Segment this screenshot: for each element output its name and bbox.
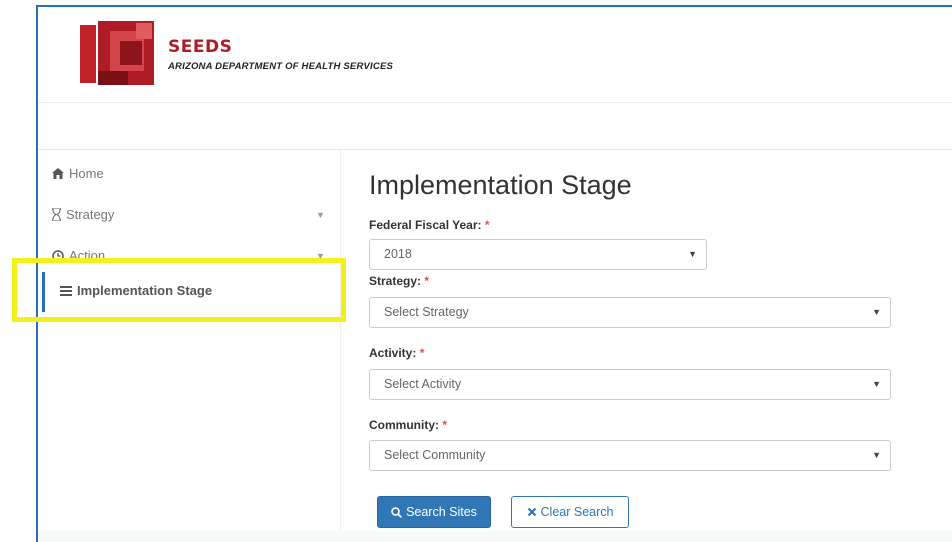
activity-placeholder: Select Activity [384,377,462,391]
chevron-down-icon: ▼ [688,249,697,259]
bottom-strip [38,531,952,542]
hourglass-icon [52,208,61,221]
strategy-placeholder: Select Strategy [384,305,469,319]
page-title: Implementation Stage [369,170,632,200]
brand-name: SEEDS [168,37,233,57]
required-marker: * [442,418,448,432]
activity-label: Activity: * [369,346,425,360]
close-icon [527,507,536,517]
chevron-down-icon: ▼ [872,379,881,389]
required-marker: * [484,218,490,232]
home-icon [52,168,64,179]
strategy-label: Strategy: * [369,274,430,288]
sub-header-bar [38,103,952,149]
search-sites-button[interactable]: Search Sites [377,496,491,528]
sidebar-item-home[interactable]: Home [52,166,104,181]
chevron-down-icon: ▼ [872,307,881,317]
community-label: Community: * [369,418,448,432]
fiscal-year-label: Federal Fiscal Year: * [369,218,490,232]
search-sites-label: Search Sites [406,505,477,519]
brand-subtitle: ARIZONA DEPARTMENT OF HEALTH SERVICES [168,61,394,72]
strategy-select[interactable]: Select Strategy ▼ [369,297,891,328]
header: SEEDS ARIZONA DEPARTMENT OF HEALTH SERVI… [38,7,952,102]
sidebar-item-strategy[interactable]: Strategy ▼ [52,207,332,222]
main-content: Implementation Stage Federal Fiscal Year… [340,150,952,542]
required-marker: * [424,274,430,288]
seeds-logo [80,21,154,85]
chevron-down-icon: ▼ [872,450,881,460]
community-select[interactable]: Select Community ▼ [369,440,891,471]
clear-search-label: Clear Search [540,505,614,519]
required-marker: * [419,346,425,360]
highlight-box [12,258,346,322]
sidebar-item-label: Home [69,166,104,181]
community-placeholder: Select Community [384,448,486,462]
fiscal-year-select[interactable]: 2018 ▼ [369,239,707,270]
chevron-down-icon: ▼ [316,209,325,220]
clear-search-button[interactable]: Clear Search [511,496,629,528]
search-icon [391,506,402,518]
fiscal-year-value: 2018 [384,247,412,261]
sidebar: Home Strategy ▼ Action ▼ Implementation … [38,150,340,542]
sidebar-item-label: Strategy [66,207,115,222]
activity-select[interactable]: Select Activity ▼ [369,369,891,400]
